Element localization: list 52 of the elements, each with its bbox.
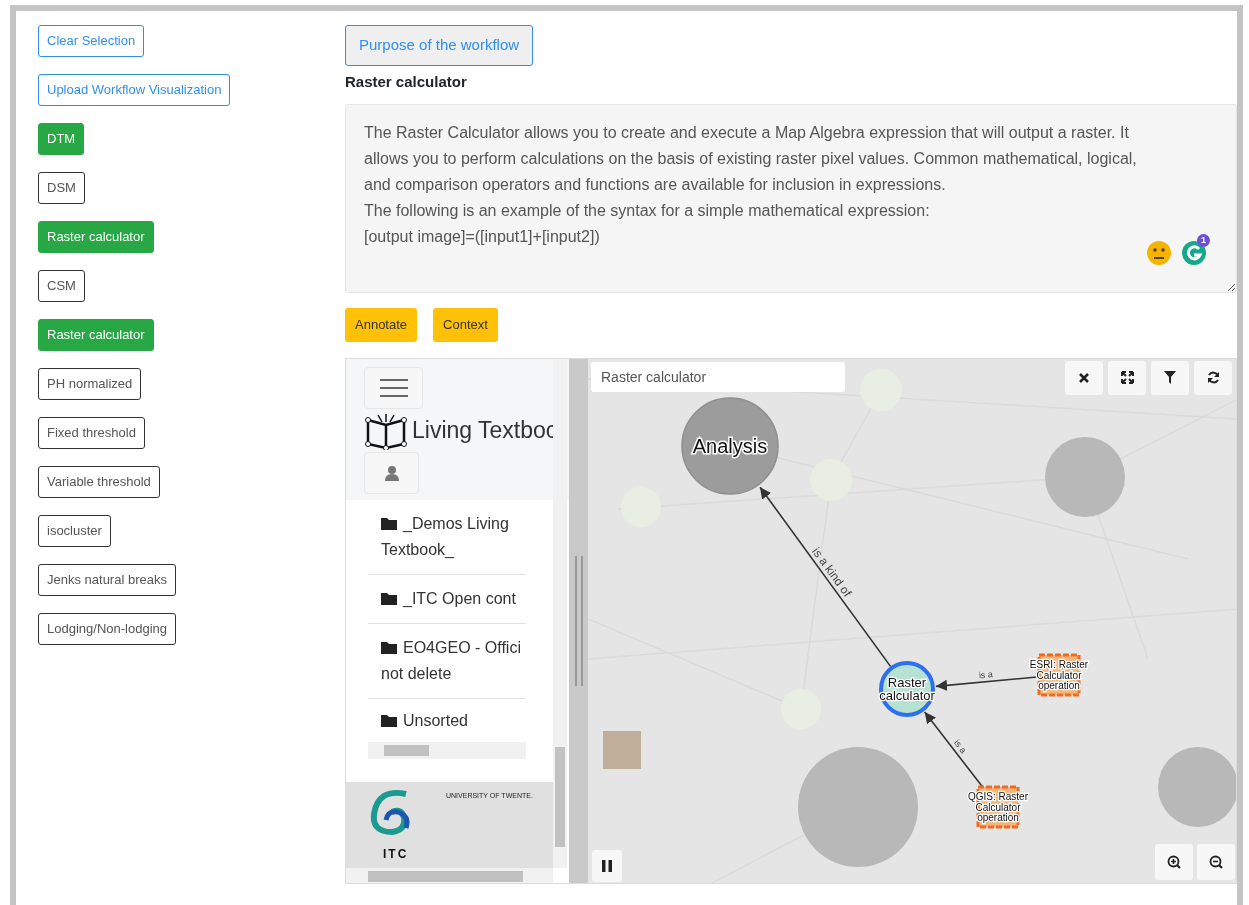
close-button[interactable] [1065, 360, 1103, 395]
workflow-step-button[interactable]: Fixed threshold [38, 417, 145, 449]
folder-item[interactable]: EO4GEO - Offici not delete [368, 623, 526, 699]
folder-item[interactable]: _ITC Open cont [368, 574, 526, 624]
workflow-step-button[interactable]: DSM [38, 172, 85, 204]
folder-icon [381, 713, 397, 727]
graph-node[interactable] [798, 746, 918, 867]
zoom-in-button[interactable] [1155, 843, 1193, 880]
emoji-icon[interactable] [1146, 240, 1172, 266]
graph-node[interactable]: Analysis [681, 396, 779, 495]
book-logo-icon [364, 411, 408, 450]
edge-label: is a [978, 668, 994, 680]
graph-node[interactable] [1045, 436, 1125, 517]
filter-button[interactable] [1151, 360, 1189, 395]
brand-name: Living Textboc [412, 416, 558, 446]
workflow-step-button[interactable]: Lodging/Non-lodging [38, 613, 176, 645]
folder-item[interactable]: _Demos Living Textbook_ [368, 499, 526, 575]
workflow-step-button[interactable]: CSM [38, 270, 85, 302]
refresh-icon [1206, 371, 1220, 384]
logo-text: ITC [383, 845, 409, 863]
action-button[interactable]: Context [433, 308, 498, 342]
workflow-step-button[interactable]: Jenks natural breaks [38, 564, 176, 596]
menu-button[interactable] [364, 366, 423, 409]
zoom-out-icon [1209, 854, 1223, 869]
section-title: Raster calculator [345, 71, 468, 92]
fullscreen-icon [1120, 371, 1134, 384]
splitter-handle[interactable] [569, 358, 588, 883]
refresh-button[interactable] [1194, 360, 1232, 395]
user-button[interactable] [364, 451, 419, 494]
workflow-step-button[interactable]: isocluster [38, 515, 111, 547]
edge-label: is a [951, 737, 969, 755]
search-field[interactable]: Raster calculator [591, 361, 845, 392]
user-icon [383, 464, 400, 481]
folder-icon [381, 516, 397, 530]
graph-node[interactable] [1158, 746, 1236, 827]
workflow-step-button[interactable]: PH normalized [38, 368, 142, 400]
workflow-step-button[interactable]: Variable threshold [38, 466, 160, 498]
filter-icon [1164, 371, 1176, 384]
close-icon [1078, 371, 1090, 384]
pause-icon [602, 859, 612, 872]
folder-item[interactable]: Unsorted [368, 698, 526, 745]
graph-node[interactable] [603, 730, 641, 769]
zoom-out-button[interactable] [1197, 843, 1235, 880]
action-button[interactable]: Annotate [345, 308, 418, 342]
zoom-in-icon [1167, 854, 1181, 869]
fullscreen-button[interactable] [1108, 360, 1146, 395]
folder-icon [381, 640, 397, 654]
folder-icon [381, 591, 397, 605]
menu-icon [379, 377, 408, 398]
pause-button[interactable] [592, 849, 622, 882]
horizontal-scrollbar[interactable] [368, 741, 526, 759]
vertical-scrollbar[interactable] [553, 358, 567, 868]
